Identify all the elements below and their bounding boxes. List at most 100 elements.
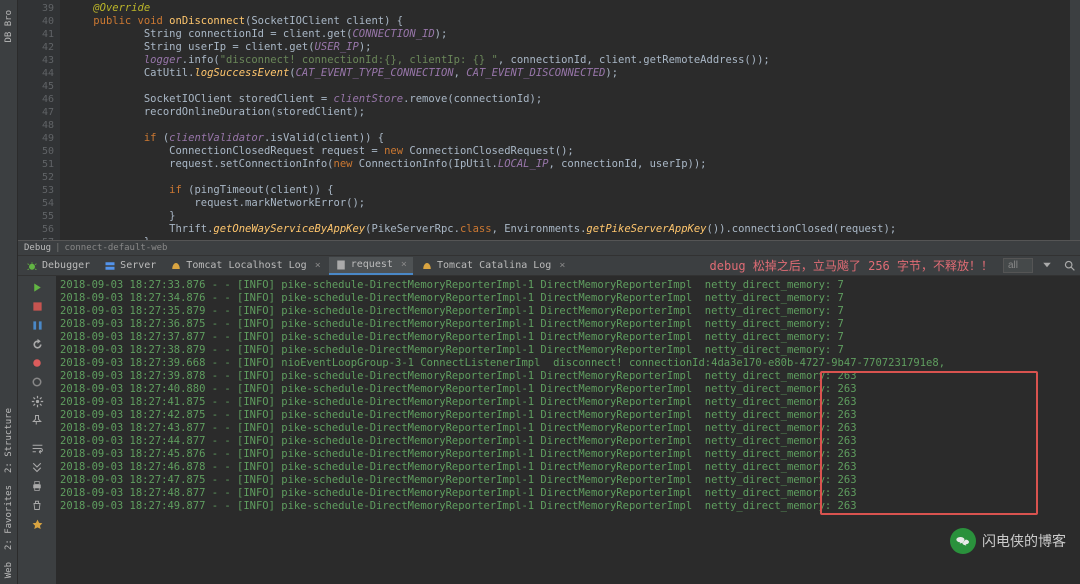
- stop-icon[interactable]: [29, 298, 45, 314]
- sidebar-tab-db[interactable]: DB Bro: [3, 4, 15, 49]
- gutter-line[interactable]: 39: [18, 2, 54, 15]
- code-line[interactable]: ConnectionClosedRequest request = new Co…: [68, 145, 1070, 158]
- editor-gutter[interactable]: 3940414243444546474849505152535455565758: [18, 0, 60, 240]
- gutter-line[interactable]: 53: [18, 184, 54, 197]
- close-icon[interactable]: ×: [315, 260, 321, 271]
- server-icon: [104, 260, 116, 272]
- gutter-line[interactable]: 54: [18, 197, 54, 210]
- gutter-line[interactable]: 49: [18, 132, 54, 145]
- sidebar-tab-structure[interactable]: 2: Structure: [3, 402, 15, 479]
- annotation-text: debug 松掉之后，立马飚了 256 字节，不释放！！: [710, 257, 993, 274]
- restart-icon[interactable]: [29, 336, 45, 352]
- log-filter-input[interactable]: [1003, 258, 1033, 273]
- log-line: 2018-09-03 18:27:36.875 - - [INFO] pike-…: [60, 318, 1076, 331]
- debug-label: Debug: [24, 243, 51, 253]
- gutter-line[interactable]: 46: [18, 93, 54, 106]
- gutter-line[interactable]: 50: [18, 145, 54, 158]
- gutter-line[interactable]: 51: [18, 158, 54, 171]
- settings-icon[interactable]: [29, 393, 45, 409]
- soft-wrap-icon[interactable]: [29, 440, 45, 456]
- watermark-text: 闪电侠的博客: [982, 531, 1066, 551]
- print-icon[interactable]: [29, 478, 45, 494]
- console-tabs: DebuggerServerTomcat Localhost Log×reque…: [18, 256, 1080, 276]
- log-line: 2018-09-03 18:27:39.668 - - [INFO] nioEv…: [60, 357, 1076, 370]
- gutter-line[interactable]: 52: [18, 171, 54, 184]
- left-tool-stripe: DB Bro 2: Structure 2: Favorites Web: [0, 0, 18, 584]
- log-line: 2018-09-03 18:27:42.875 - - [INFO] pike-…: [60, 409, 1076, 422]
- log-output[interactable]: 2018-09-03 18:27:33.876 - - [INFO] pike-…: [56, 276, 1080, 584]
- log-line: 2018-09-03 18:27:41.875 - - [INFO] pike-…: [60, 396, 1076, 409]
- log-line: 2018-09-03 18:27:39.878 - - [INFO] pike-…: [60, 370, 1076, 383]
- wechat-icon: [950, 528, 976, 554]
- code-line[interactable]: Thrift.getOneWayServiceByAppKey(PikeServ…: [68, 223, 1070, 236]
- log-line: 2018-09-03 18:27:49.877 - - [INFO] pike-…: [60, 500, 1076, 513]
- console-tab[interactable]: Server: [98, 258, 162, 274]
- gutter-line[interactable]: 45: [18, 80, 54, 93]
- gutter-line[interactable]: 57: [18, 236, 54, 240]
- console-tab[interactable]: Tomcat Catalina Log ×: [415, 258, 571, 274]
- log-line: 2018-09-03 18:27:46.878 - - [INFO] pike-…: [60, 461, 1076, 474]
- code-line[interactable]: SocketIOClient storedClient = clientStor…: [68, 93, 1070, 106]
- mute-breakpoints-icon[interactable]: [29, 374, 45, 390]
- gutter-line[interactable]: 40: [18, 15, 54, 28]
- code-area[interactable]: @Override public void onDisconnect(Socke…: [60, 0, 1070, 240]
- code-line[interactable]: request.markNetworkError();: [68, 197, 1070, 210]
- close-icon[interactable]: ×: [401, 259, 407, 270]
- sidebar-tab-web[interactable]: Web: [3, 556, 15, 584]
- bug-icon: [26, 260, 38, 272]
- close-icon[interactable]: ×: [559, 260, 565, 271]
- log-line: 2018-09-03 18:27:35.879 - - [INFO] pike-…: [60, 305, 1076, 318]
- debug-config: connect-default-web: [65, 243, 168, 253]
- gutter-line[interactable]: 42: [18, 41, 54, 54]
- console-tab[interactable]: request ×: [329, 257, 413, 275]
- tab-label: Debugger: [42, 260, 90, 271]
- code-line[interactable]: }: [68, 210, 1070, 223]
- tomcat-icon: [421, 260, 433, 272]
- code-line[interactable]: public void onDisconnect(SocketIOClient …: [68, 15, 1070, 28]
- gutter-line[interactable]: 44: [18, 67, 54, 80]
- tomcat-icon: [170, 260, 182, 272]
- tab-label: request: [351, 259, 393, 270]
- scroll-to-end-icon[interactable]: [29, 459, 45, 475]
- code-line[interactable]: request.setConnectionInfo(new Connection…: [68, 158, 1070, 171]
- gutter-line[interactable]: 56: [18, 223, 54, 236]
- pause-icon[interactable]: [29, 317, 45, 333]
- code-line[interactable]: [68, 171, 1070, 184]
- code-line[interactable]: [68, 119, 1070, 132]
- console-tab[interactable]: Debugger: [20, 258, 96, 274]
- log-line: 2018-09-03 18:27:37.877 - - [INFO] pike-…: [60, 331, 1076, 344]
- code-line[interactable]: logger.info("disconnect! connectionId:{}…: [68, 54, 1070, 67]
- code-line[interactable]: @Override: [68, 2, 1070, 15]
- code-line[interactable]: recordOnlineDuration(storedClient);: [68, 106, 1070, 119]
- tab-label: Tomcat Catalina Log: [437, 260, 551, 271]
- gutter-line[interactable]: 47: [18, 106, 54, 119]
- gutter-line[interactable]: 55: [18, 210, 54, 223]
- filter-dropdown-icon[interactable]: [1041, 259, 1055, 273]
- console-toolbar: [18, 276, 56, 584]
- pin-icon[interactable]: [29, 412, 45, 428]
- code-line[interactable]: if (clientValidator.isValid(client)) {: [68, 132, 1070, 145]
- search-icon[interactable]: [1063, 259, 1077, 273]
- clear-icon[interactable]: [29, 497, 45, 513]
- gutter-line[interactable]: 41: [18, 28, 54, 41]
- right-stripe: [1070, 0, 1080, 240]
- view-breakpoints-icon[interactable]: [29, 355, 45, 371]
- code-line[interactable]: if (pingTimeout(client)) {: [68, 184, 1070, 197]
- console-tab[interactable]: Tomcat Localhost Log×: [164, 258, 326, 274]
- code-line[interactable]: String connectionId = client.get(CONNECT…: [68, 28, 1070, 41]
- code-line[interactable]: String userIp = client.get(USER_IP);: [68, 41, 1070, 54]
- log-line: 2018-09-03 18:27:33.876 - - [INFO] pike-…: [60, 279, 1076, 292]
- favorite-icon[interactable]: [29, 516, 45, 532]
- gutter-line[interactable]: 43: [18, 54, 54, 67]
- log-line: 2018-09-03 18:27:48.877 - - [INFO] pike-…: [60, 487, 1076, 500]
- log-line: 2018-09-03 18:27:43.877 - - [INFO] pike-…: [60, 422, 1076, 435]
- log-line: 2018-09-03 18:27:45.876 - - [INFO] pike-…: [60, 448, 1076, 461]
- debug-toolbar: Debug | connect-default-web: [18, 240, 1080, 256]
- log-line: 2018-09-03 18:27:40.880 - - [INFO] pike-…: [60, 383, 1076, 396]
- code-line[interactable]: CatUtil.logSuccessEvent(CAT_EVENT_TYPE_C…: [68, 67, 1070, 80]
- sidebar-tab-favorites[interactable]: 2: Favorites: [3, 479, 15, 556]
- rerun-icon[interactable]: [29, 279, 45, 295]
- gutter-line[interactable]: 48: [18, 119, 54, 132]
- code-editor[interactable]: 3940414243444546474849505152535455565758…: [18, 0, 1080, 240]
- code-line[interactable]: [68, 80, 1070, 93]
